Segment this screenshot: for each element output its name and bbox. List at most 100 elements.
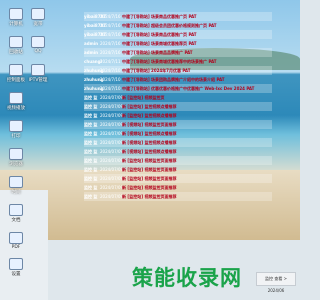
log-text: 中建了[导购站] 2024年7月优惠 PAT	[122, 68, 191, 73]
desktop-icon[interactable]: 设置	[6, 258, 26, 277]
log-row[interactable]: zhuhung2024/7/10中建了[导购站] 2024年7月优惠 PAT	[84, 66, 272, 75]
desktop-icon-label: PDF	[11, 245, 21, 250]
log-date: 2024/07/09	[100, 104, 124, 109]
log-date: 2024/07/09	[100, 122, 124, 127]
desktop-icon[interactable]: IPTV管理	[28, 64, 48, 83]
desktop-icon-label: 打印	[11, 134, 21, 139]
log-row[interactable]: 监控 监 2024/07/09新 [监控站] 监控视频点播推荐	[84, 102, 272, 111]
desktop-icon-column: 计算机 宽带回收站 QQ 控制面板 IPTV管理视频播放打印浏览器时间文档 PDF 设置	[0, 0, 48, 300]
desktop-icon-label: 计算机	[9, 22, 23, 27]
desktop-icon[interactable]: QQ	[28, 36, 48, 54]
log-row[interactable]: 监控 监 2024/07/09新 [监控站] 视频监控页面推荐	[84, 183, 272, 192]
desktop-icon[interactable]: 视频播放	[6, 92, 26, 111]
settings-icon	[9, 258, 23, 270]
log-row[interactable]: 监控 监 2024/07/09新 [监控站] 视频监控页面推荐	[84, 192, 272, 201]
log-text: 中建了[导购站] 场景商城优惠推荐页 PAT	[122, 41, 197, 46]
desktop-icon-label: 设置	[11, 272, 21, 277]
log-user: 监控 监	[84, 158, 98, 163]
clock-icon	[9, 176, 23, 188]
log-text: 中建了[导购站] 超级会员团优惠价格规则推广页 PAT	[122, 23, 217, 28]
document-icon	[9, 204, 23, 216]
log-row[interactable]: yibai87872024/7/16中建了[导购站] 超级会员团优惠价格规则推广…	[84, 21, 272, 30]
log-row[interactable]: chuangi2024/7/11中建了[导购站] 场景商城优惠推荐中的场景推广 …	[84, 57, 272, 66]
log-text: 新 [监控站] 视频监控页面推荐	[122, 176, 177, 181]
log-row[interactable]: admin 2024/7/16中建了[导购站] 场景商品品牌推广 PAT	[84, 48, 272, 57]
log-row[interactable]: admin 2024/7/16中建了[导购站] 场景商城优惠推荐页 PAT	[84, 39, 272, 48]
log-text: 新 [视频站] 监控视频点播推荐	[122, 149, 177, 154]
desktop-icon[interactable]: 计算机	[6, 8, 26, 27]
log-date: 2024/07/09	[100, 185, 124, 190]
log-user: zhuhung	[84, 77, 104, 82]
log-user: yibai8787	[84, 14, 107, 19]
recycle-bin-icon	[9, 36, 23, 48]
desktop-icon-label: 回收站	[9, 50, 23, 55]
log-row[interactable]: 监控 监 2024/07/09新 [视频站] 视频监控页面推荐	[84, 120, 272, 129]
log-text: 中建了[导购站] 场景商城优惠推荐中的场景推广 PAT	[122, 59, 217, 64]
log-date: 2024/07/09	[100, 131, 124, 136]
log-text: 中建了[导购站] 场景团购品牌推广介绍中的场景介绍 PAT	[122, 77, 225, 82]
log-row[interactable]: yibai87872024/7/16中建了[导购站] 场景商品优惠推广页 PAT	[84, 30, 272, 39]
log-text: 新 [监控站] 视频监控页	[122, 95, 165, 100]
desktop-icon[interactable]: PDF	[6, 232, 26, 250]
status-box: 监控 查看 > 2024/06	[256, 272, 296, 293]
log-date: 2024/7/16	[100, 14, 121, 19]
log-date: 2024/07/09	[100, 167, 124, 172]
desktop-icon[interactable]: 控制面板	[6, 64, 26, 83]
desktop-icon[interactable]: 宽带	[28, 8, 48, 27]
log-row[interactable]: 监控 监 2024/07/09新 [视频站] 监控视频点播推荐	[84, 138, 272, 147]
log-date: 2024/7/16	[100, 32, 121, 37]
log-row[interactable]: 监控 监 2024/07/09新 [监控站] 监控视频点播推荐	[84, 111, 272, 120]
desktop-icon[interactable]: 时间	[6, 176, 26, 195]
log-user: 监控 监	[84, 149, 98, 154]
log-row[interactable]: 监控 监 2024/07/09新 [视频站] 监控视频点播推荐	[84, 147, 272, 156]
log-row[interactable]: 监控 监 2024/07/09新 [视频站] 监控视频点播推荐	[84, 129, 272, 138]
iptv-icon	[31, 64, 45, 76]
log-date: 2024/07/09	[100, 140, 124, 145]
log-date: 2024/7/16	[100, 41, 121, 46]
log-date: 2024/07/09	[100, 95, 124, 100]
desktop-icon-label: QQ	[34, 49, 42, 54]
printer-icon	[9, 120, 23, 132]
log-text: 新 [视频站] 视频监控页面推荐	[122, 122, 177, 127]
desktop-icon[interactable]: 回收站	[6, 36, 26, 55]
log-text: 新 [监控站] 视频监控页面推荐	[122, 194, 177, 199]
log-date: 2024/7/10	[100, 86, 121, 91]
log-text: 中建了[导购站] 优惠优惠价格推广中优惠推广 Web-Ixc Dev 2024 …	[122, 86, 255, 91]
log-user: zhuhung	[84, 68, 104, 73]
desktop-icon-label: 控制面板	[7, 78, 25, 83]
pdf-icon	[9, 232, 23, 244]
log-row[interactable]: 监控 监 2024/07/09新 [监控站] 视频监控页面推荐	[84, 174, 272, 183]
video-icon	[9, 92, 23, 104]
log-text: 新 [监控站] 监控视频点播推荐	[122, 113, 177, 118]
log-user: 监控 监	[84, 122, 98, 127]
log-text: 中建了[导购站] 场景商品优惠推广页 PAT	[122, 32, 197, 37]
qq-icon	[31, 36, 45, 48]
log-user: 监控 监	[84, 176, 98, 181]
log-row[interactable]: 监控 监 2024/07/09新 [监控站] 视频监控页	[84, 93, 272, 102]
log-row[interactable]: yibai87872024/7/16中建了[导购站] 场景商品优惠推广页 PAT	[84, 12, 272, 21]
desktop-icon[interactable]: 文档	[6, 204, 26, 223]
desktop-icon[interactable]: 打印	[6, 120, 26, 139]
log-date: 2024/07/09	[100, 113, 124, 118]
log-row[interactable]: 监控 监 2024/07/09新 [监控站] 视频监控页面推荐	[84, 156, 272, 165]
log-text: 新 [监控站] 视频监控页面推荐	[122, 158, 177, 163]
log-date: 2024/7/10	[100, 68, 121, 73]
log-row[interactable]: zhuhung2024/7/10中建了[导购站] 优惠优惠价格推广中优惠推广 W…	[84, 84, 272, 93]
log-user: chuangi	[84, 59, 102, 64]
log-user: 监控 监	[84, 185, 98, 190]
log-user: 监控 监	[84, 140, 98, 145]
network-icon	[31, 8, 45, 20]
desktop-icon[interactable]: 浏览器	[6, 148, 26, 167]
log-text: 新 [视频站] 监控视频点播推荐	[122, 140, 177, 145]
log-user: admin	[84, 41, 98, 46]
desktop-icon-label: IPTV管理	[28, 78, 48, 83]
log-date: 2024/7/11	[100, 59, 121, 64]
activity-log-panel: yibai87872024/7/16中建了[导购站] 场景商品优惠推广页 PAT…	[84, 0, 272, 201]
log-user: 监控 监	[84, 104, 98, 109]
desktop-icon-label: 时间	[11, 190, 21, 195]
log-text: 中建了[导购站] 场景商品优惠推广页 PAT	[122, 14, 197, 19]
log-row[interactable]: 监控 监 2024/07/09新 [监控站] 视频监控页面推荐	[84, 165, 272, 174]
log-user: admin	[84, 50, 98, 55]
log-user: zhuhung	[84, 86, 104, 91]
log-row[interactable]: zhuhung2024/7/10中建了[导购站] 场景团购品牌推广介绍中的场景介…	[84, 75, 272, 84]
